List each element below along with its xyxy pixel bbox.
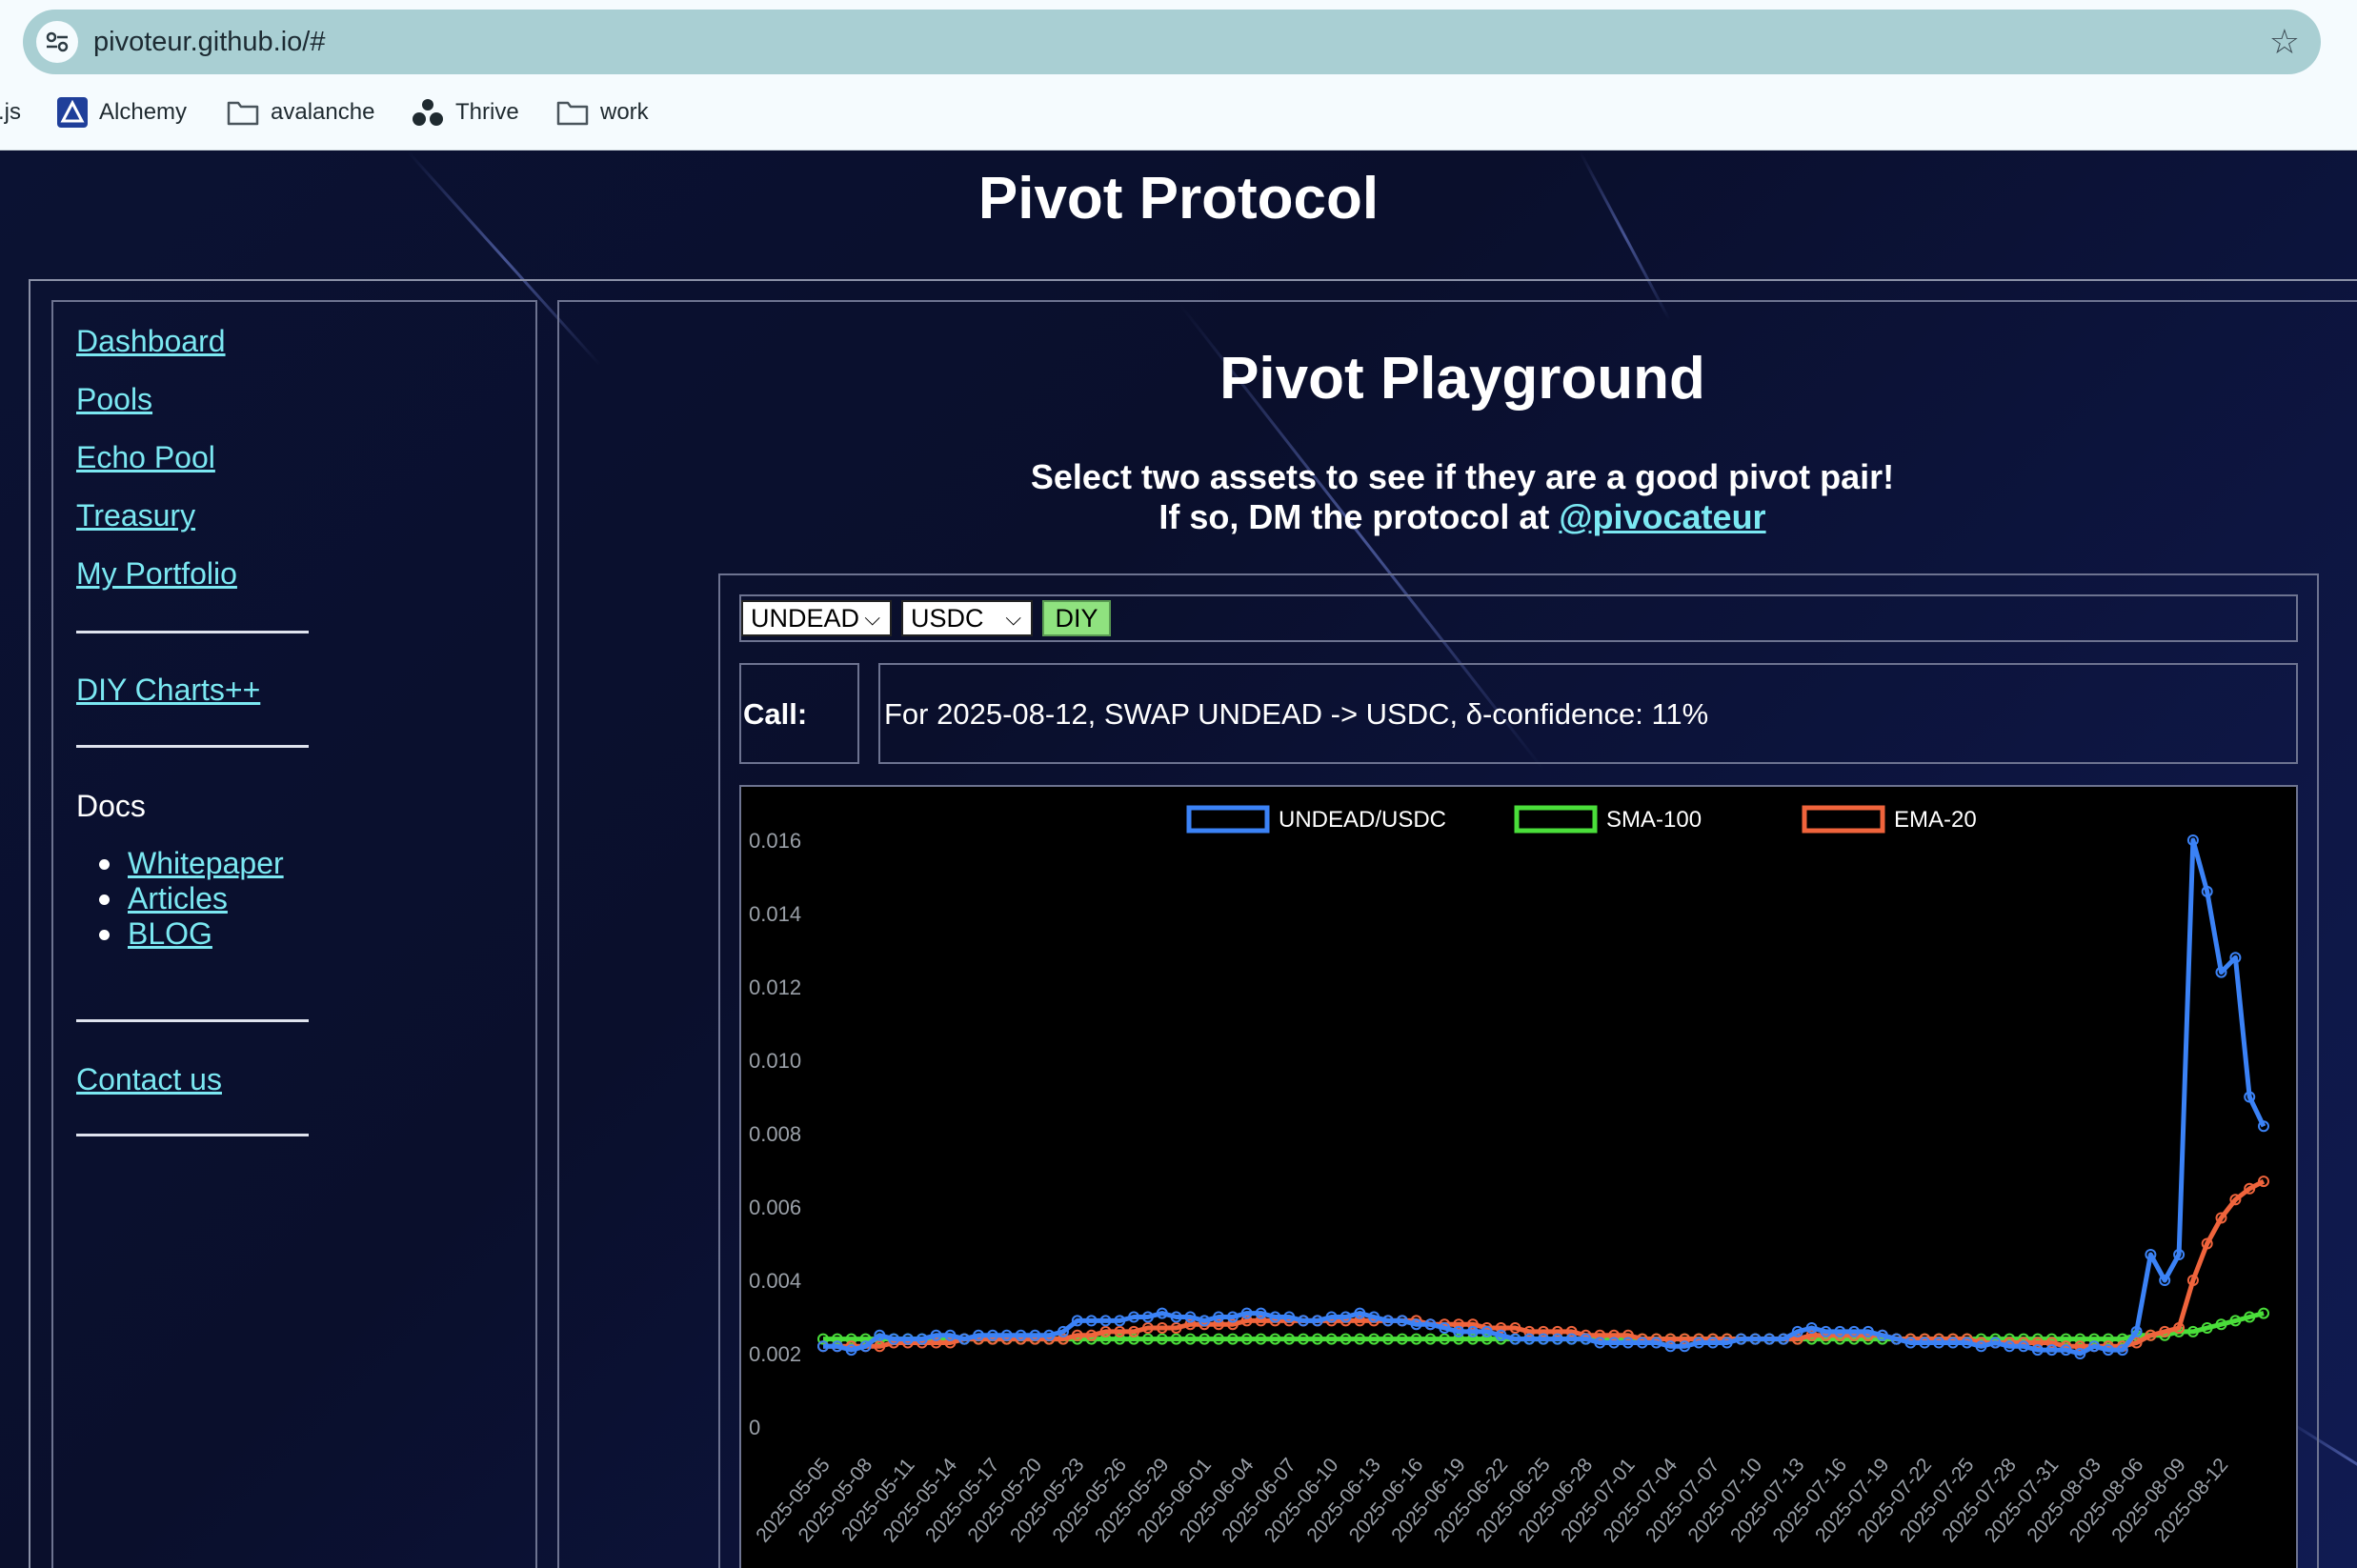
nav-diy-charts-link[interactable]: DIY Charts++ — [76, 673, 260, 708]
nav-my-portfolio-link[interactable]: My Portfolio — [76, 556, 237, 592]
docs-heading: Docs — [76, 789, 146, 823]
legend-swatch — [1802, 805, 1885, 834]
browser-chrome: pivoteur.github.io/# ☆ .js Alchemy avala… — [0, 0, 2357, 151]
list-bullet — [99, 895, 110, 905]
asset1-select[interactable]: UNDEAD ⌵ — [741, 600, 892, 636]
subtitle-prefix: If so, DM the protocol at — [1158, 497, 1560, 536]
sidebar-separator — [76, 631, 309, 633]
address-bar[interactable]: pivoteur.github.io/# ☆ — [23, 10, 2321, 74]
call-text: For 2025-08-12, SWAP UNDEAD -> USDC, δ-c… — [884, 697, 1709, 731]
chevron-down-icon: ⌵ — [1005, 606, 1021, 630]
chart-canvas: 0 0.002 0.004 0.006 0.008 0.010 0.012 0.014 0.01… — [749, 805, 2269, 1547]
bookmark-thrive[interactable]: Thrive — [412, 93, 519, 131]
url-text[interactable]: pivoteur.github.io/# — [93, 27, 325, 58]
y-tick-label: 0.008 — [749, 1122, 801, 1146]
subtitle-line-2: If so, DM the protocol at @pivocateur — [557, 497, 2357, 537]
bookmark-js[interactable]: .js — [0, 93, 21, 131]
series-line — [823, 1178, 2266, 1349]
site-info-icon[interactable] — [36, 21, 78, 63]
y-tick-label: 0.006 — [749, 1196, 801, 1219]
legend-swatch — [1186, 805, 1270, 834]
y-tick-label: 0.012 — [749, 975, 801, 999]
folder-icon — [227, 101, 259, 126]
subtitle-line-1: Select two assets to see if they are a g… — [1030, 457, 1895, 496]
asset2-select[interactable]: USDC ⌵ — [901, 600, 1033, 636]
sidebar-separator — [76, 745, 309, 748]
page-title: Pivot Playground — [1219, 346, 1705, 412]
docs-item-label: BLOG — [128, 916, 212, 951]
nav-echo-pool-link[interactable]: Echo Pool — [76, 440, 215, 475]
y-tick-label: 0.014 — [749, 902, 801, 926]
y-tick-label: 0.010 — [749, 1049, 801, 1073]
asset1-value: UNDEAD — [751, 604, 860, 633]
bookmark-label: avalanche — [271, 99, 375, 125]
bookmark-avalanche[interactable]: avalanche — [227, 93, 374, 131]
bookmarks-bar: .js Alchemy avalanche Thrive work — [0, 93, 2357, 131]
bookmark-label: Alchemy — [99, 99, 188, 125]
docs-item-label: Articles — [128, 881, 228, 915]
y-tick-label: 0.016 — [749, 829, 801, 853]
bookmark-label: work — [600, 99, 649, 125]
nav-treasury-link[interactable]: Treasury — [76, 498, 195, 533]
docs-whitepaper-link[interactable]: Whitepaper — [99, 846, 284, 881]
legend-label: UNDEAD/USDC — [1279, 807, 1446, 833]
thrive-logo-icon — [413, 99, 443, 126]
bookmark-label: Thrive — [455, 99, 519, 125]
asset2-value: USDC — [911, 604, 984, 633]
docs-blog-link[interactable]: BLOG — [99, 916, 212, 952]
y-tick-label: 0 — [749, 1416, 760, 1439]
price-chart: 0 0.002 0.004 0.006 0.008 0.010 0.012 0.014 0.01… — [739, 785, 2298, 1568]
alchemy-logo-icon — [57, 97, 88, 128]
sidebar — [51, 300, 537, 1568]
call-label: Call: — [743, 697, 808, 731]
folder-icon — [556, 101, 589, 126]
sidebar-separator — [76, 1019, 309, 1022]
bookmark-star-icon[interactable]: ☆ — [2269, 23, 2300, 61]
docs-item-label: Whitepaper — [128, 846, 284, 880]
list-bullet — [99, 859, 110, 870]
legend-label: SMA-100 — [1606, 807, 1702, 833]
sidebar-separator — [76, 1134, 309, 1136]
site-title: Pivot Protocol — [977, 166, 1380, 231]
diy-button[interactable]: DIY — [1042, 600, 1111, 636]
twitter-handle-link[interactable]: @pivocateur — [1559, 497, 1765, 536]
nav-contact-link[interactable]: Contact us — [76, 1062, 222, 1097]
bookmark-alchemy[interactable]: Alchemy — [57, 93, 187, 131]
y-tick-label: 0.004 — [749, 1269, 801, 1293]
bookmark-work[interactable]: work — [556, 93, 649, 131]
nav-pools-link[interactable]: Pools — [76, 382, 152, 417]
series-line — [823, 837, 2266, 1357]
legend-label: EMA-20 — [1894, 807, 1977, 833]
list-bullet — [99, 930, 110, 940]
chevron-down-icon: ⌵ — [864, 606, 880, 630]
legend-swatch — [1514, 805, 1598, 834]
bookmark-label: .js — [0, 99, 21, 125]
y-tick-label: 0.002 — [749, 1342, 801, 1366]
docs-articles-link[interactable]: Articles — [99, 881, 228, 916]
nav-dashboard-link[interactable]: Dashboard — [76, 324, 226, 359]
